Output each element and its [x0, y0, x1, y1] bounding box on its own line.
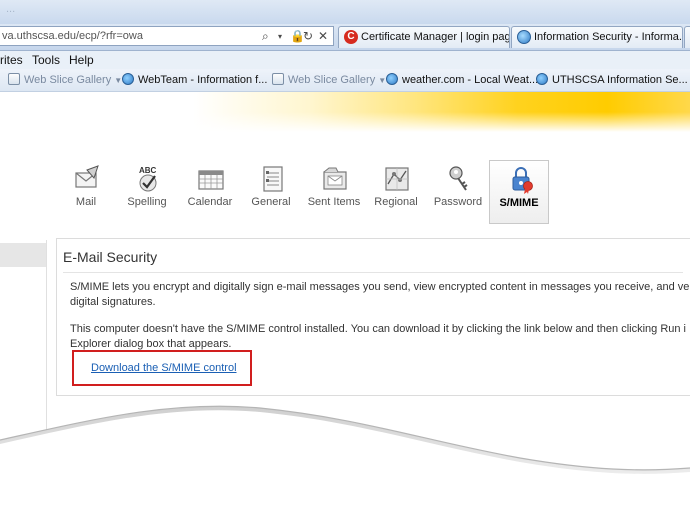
smime-description: S/MIME lets you encrypt and digitally si… — [70, 280, 690, 310]
option-general[interactable]: General — [241, 160, 301, 224]
favorite-web-slice-gallery-2[interactable]: Web Slice Gallery ▼ — [272, 73, 386, 86]
menu-favorites[interactable]: rites — [0, 53, 23, 67]
web-slice-icon — [272, 73, 284, 85]
option-regional[interactable]: Regional — [366, 160, 426, 224]
favorites-bar: Web Slice Gallery ▼ WebTeam - Information… — [0, 69, 690, 92]
spelling-icon: ABC — [139, 166, 157, 192]
option-calendar[interactable]: Calendar — [180, 160, 240, 224]
favorite-uthscsa-infosec[interactable]: UTHSCSA Information Se... — [536, 73, 688, 86]
ie-page-icon — [536, 73, 548, 85]
tab-label: Certificate Manager | login page — [361, 31, 510, 43]
install-instructions: This computer doesn't have the S/MIME co… — [70, 322, 690, 352]
new-tab-button[interactable] — [684, 26, 690, 48]
option-label: S/MIME — [499, 197, 539, 209]
option-spelling[interactable]: ABC Spelling — [117, 160, 177, 224]
chevron-down-icon[interactable]: ▾ — [278, 32, 282, 41]
instruction-line: This computer doesn't have the S/MIME co… — [70, 323, 686, 335]
c-red-icon: C — [344, 30, 358, 44]
description-line: S/MIME lets you encrypt and digitally si… — [70, 281, 690, 293]
tab-label: Information Security - Informa... — [534, 31, 683, 43]
option-label: Regional — [374, 196, 418, 208]
option-label: Mail — [75, 196, 97, 208]
address-bar[interactable]: va.uthscsa.edu/ecp/?rfr=owa ⌕ ▾ 🔒 ↻ ✕ — [0, 26, 334, 46]
download-smime-link[interactable]: Download the S/MIME control — [91, 362, 237, 374]
calendar-icon — [198, 170, 224, 190]
option-mail[interactable]: Mail — [56, 160, 116, 224]
address-url[interactable]: va.uthscsa.edu/ecp/?rfr=owa — [2, 30, 143, 42]
mail-icon — [75, 165, 99, 188]
refresh-icon[interactable]: ↻ — [303, 29, 313, 43]
smime-icon — [512, 167, 533, 194]
ie-page-icon — [386, 73, 398, 85]
menu-help[interactable]: Help — [69, 53, 94, 67]
chevron-down-icon[interactable]: ▼ — [378, 76, 386, 85]
option-label: General — [251, 196, 291, 208]
ie-page-icon — [517, 30, 531, 44]
regional-icon — [385, 167, 409, 191]
page-title: E-Mail Security — [63, 249, 158, 265]
option-label: Sent Items — [307, 196, 361, 208]
svg-text:ABC: ABC — [139, 166, 157, 175]
banner-fade — [0, 112, 690, 132]
option-password[interactable]: Password — [428, 160, 488, 224]
favorite-webteam[interactable]: WebTeam - Information f... — [122, 73, 267, 86]
sent-items-icon — [323, 167, 347, 190]
password-icon — [449, 166, 468, 191]
torn-edge — [0, 405, 690, 518]
menu-tools[interactable]: Tools — [32, 53, 60, 67]
window-title: ... — [6, 3, 16, 15]
chevron-down-icon[interactable]: ▼ — [114, 76, 122, 85]
favorite-web-slice-gallery[interactable]: Web Slice Gallery ▼ — [8, 73, 122, 86]
description-line: digital signatures. — [70, 296, 156, 308]
search-icon[interactable]: ⌕ — [262, 29, 269, 44]
general-icon — [263, 166, 283, 192]
ie-page-icon — [122, 73, 134, 85]
left-nav-selected-row[interactable] — [0, 243, 46, 267]
option-label: Password — [433, 196, 483, 208]
tab-strip: va.uthscsa.edu/ecp/?rfr=owa ⌕ ▾ 🔒 ↻ ✕ C … — [0, 24, 690, 51]
window-title-bar: ... — [0, 0, 690, 24]
close-icon[interactable]: ✕ — [318, 29, 328, 43]
option-label: Calendar — [187, 196, 233, 208]
option-smime[interactable]: S/MIME — [489, 160, 549, 224]
web-slice-icon — [8, 73, 20, 85]
favorite-weather[interactable]: weather.com - Local Weat... — [386, 73, 538, 86]
option-label: Spelling — [127, 196, 167, 208]
tab-certificate-manager[interactable]: C Certificate Manager | login page — [338, 26, 510, 48]
option-sent-items[interactable]: Sent Items — [304, 160, 364, 224]
tab-information-security[interactable]: Information Security - Informa... — [511, 26, 683, 48]
menu-bar: rites Tools Help — [0, 51, 690, 70]
